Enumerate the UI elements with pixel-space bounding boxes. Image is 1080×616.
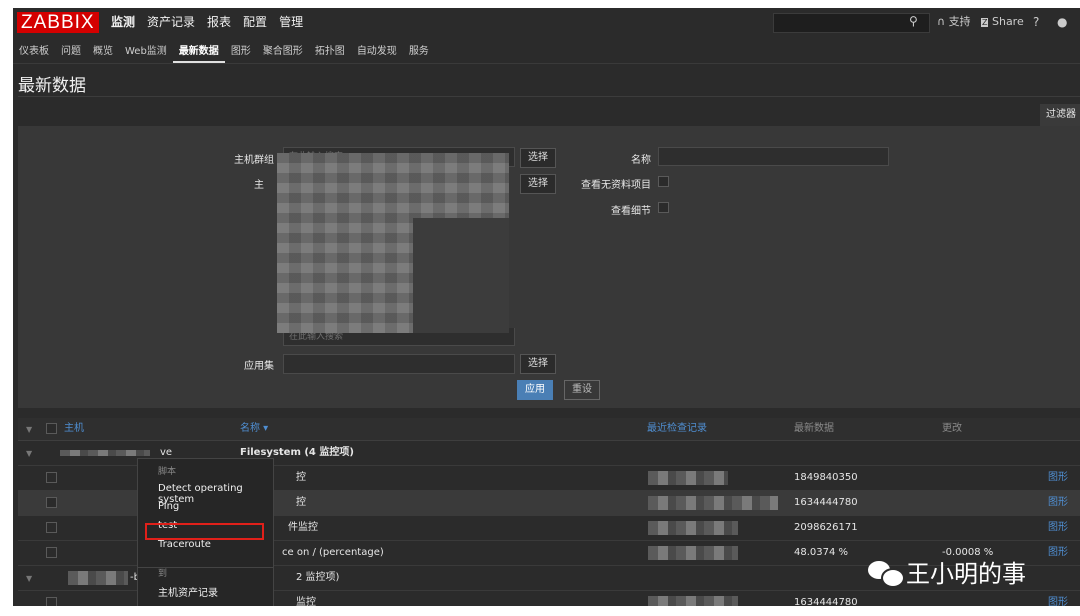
zabbix-window: ZABBIX 监测 资产记录 报表 配置 管理 ⚲ ∩ 支持 Z Share ?… [13,8,1080,606]
last-value: 48.0374 % [794,547,849,558]
collapse-all-icon[interactable]: ▼ [26,425,32,434]
menu-administration[interactable]: 管理 [273,8,309,36]
header-change: 更改 [942,423,962,434]
last-value: 2098626171 [794,522,858,533]
last-value: 1634444780 [794,497,858,508]
graph-link[interactable]: 图形 [1048,541,1068,565]
row-checkbox[interactable] [46,597,57,606]
collapse-icon[interactable]: ▼ [26,449,32,458]
tab-latest-data[interactable]: 最新数据 [172,41,225,63]
show-details-label: 查看细节 [611,206,651,217]
header-last-value: 最新数据 [794,423,834,434]
share-link[interactable]: Z Share [981,8,1024,37]
host-select-button[interactable]: 选择 [520,174,556,194]
highlight-box [145,523,264,540]
row-checkbox[interactable] [46,547,57,558]
host-group-select-button[interactable]: 选择 [520,148,556,168]
graph-link[interactable]: 图形 [1048,466,1068,490]
filter-tab[interactable]: 过滤器 [1040,104,1080,126]
select-all-checkbox[interactable] [46,423,57,434]
application-label: 应用集 [244,361,274,372]
redacted-check [648,471,728,485]
menu-monitoring[interactable]: 监测 [105,8,141,36]
item-name: 监控 [296,597,316,606]
row-checkbox[interactable] [46,497,57,508]
menu-inventory[interactable]: 资产记录 [141,8,201,36]
share-label: Share [991,15,1024,28]
top-nav: ZABBIX 监测 资产记录 报表 配置 管理 ⚲ ∩ 支持 Z Share ?… [13,8,1080,36]
divider [18,96,1080,97]
watermark: 王小明的事 [868,554,1026,589]
scripts-header: 脚本 [158,467,177,477]
show-without-data-label: 查看无资料项目 [581,180,651,191]
name-input[interactable] [658,147,889,166]
item-name: 控 [296,497,306,508]
global-search-input[interactable] [773,13,930,33]
menu-reports[interactable]: 报表 [201,8,237,36]
host-group-label: 主机群组 [234,155,274,166]
item-name: ce on / (percentage) [282,547,384,558]
reset-button[interactable]: 重设 [564,380,600,400]
watermark-text: 王小明的事 [906,560,1026,588]
group-title: 2 监控项) [296,572,340,583]
host-context-menu: 脚本 Detect operating system Ping test Tra… [137,458,274,606]
tab-services[interactable]: 服务 [403,41,435,63]
graph-link[interactable]: 图形 [1048,491,1068,515]
menu-configuration[interactable]: 配置 [237,8,273,36]
collapse-icon[interactable]: ▼ [26,574,32,583]
redacted-host [68,571,128,585]
share-icon: Z [981,18,989,27]
redacted-check [648,521,738,535]
filter-panel: 主机群组 在此输入搜索 选择 主 选择 在此输入搜索 应用集 选择 名称 查看无… [18,126,1080,408]
menu-item-traceroute[interactable]: Traceroute [158,539,211,550]
header-name[interactable]: 名称 ▾ [240,418,268,440]
tab-web[interactable]: Web监测 [119,41,173,63]
item-name: 控 [296,472,306,483]
redacted-check [648,546,738,560]
headset-icon: ∩ [937,15,949,28]
table-header: ▼ 主机 名称 ▾ 最近检查记录 最新数据 更改 [18,418,1080,441]
goto-header: 到 [158,569,168,579]
application-select-button[interactable]: 选择 [520,354,556,374]
help-link[interactable]: ? [1033,8,1039,36]
support-link[interactable]: ∩ 支持 [937,8,971,36]
support-label: 支持 [948,15,971,28]
tab-discovery[interactable]: 自动发现 [351,41,403,63]
search-icon[interactable]: ⚲ [909,14,918,28]
last-value: 1634444780 [794,597,858,606]
zabbix-logo[interactable]: ZABBIX [17,12,99,33]
redacted-check [648,496,778,510]
tab-screens[interactable]: 聚合图形 [257,41,309,63]
tab-dashboard[interactable]: 仪表板 [13,41,55,63]
sub-nav: 仪表板 问题 概览 Web监测 最新数据 图形 聚合图形 拓扑图 自动发现 服务 [13,41,1080,64]
redacted-host [60,450,150,456]
header-host[interactable]: 主机 [64,418,84,440]
tab-problems[interactable]: 问题 [55,41,87,63]
redacted-area-dark [413,218,509,333]
row-checkbox[interactable] [46,472,57,483]
item-name: 件监控 [288,522,318,533]
application-input[interactable] [283,354,515,374]
page-title: 最新数据 [18,76,86,96]
show-without-data-checkbox[interactable] [658,176,669,187]
graph-link[interactable]: 图形 [1048,516,1068,540]
tab-overview[interactable]: 概览 [87,41,119,63]
menu-item-host-inventory[interactable]: 主机资产记录 [158,584,218,599]
apply-button[interactable]: 应用 [517,380,553,400]
tab-graphs[interactable]: 图形 [225,41,257,63]
main-menu: 监测 资产记录 报表 配置 管理 [105,8,309,36]
graph-link[interactable]: 图形 [1048,591,1068,606]
host-label-partial: 主 [254,180,264,191]
header-last-check[interactable]: 最近检查记录 [647,418,707,440]
menu-item-ping[interactable]: Ping [158,501,179,512]
show-details-checkbox[interactable] [658,202,669,213]
wechat-icon [868,559,905,588]
redacted-check [648,596,738,606]
row-checkbox[interactable] [46,522,57,533]
user-icon[interactable]: ● [1057,8,1067,36]
tab-maps[interactable]: 拓扑图 [309,41,351,63]
name-label: 名称 [631,155,651,166]
last-value: 1849840350 [794,472,858,483]
